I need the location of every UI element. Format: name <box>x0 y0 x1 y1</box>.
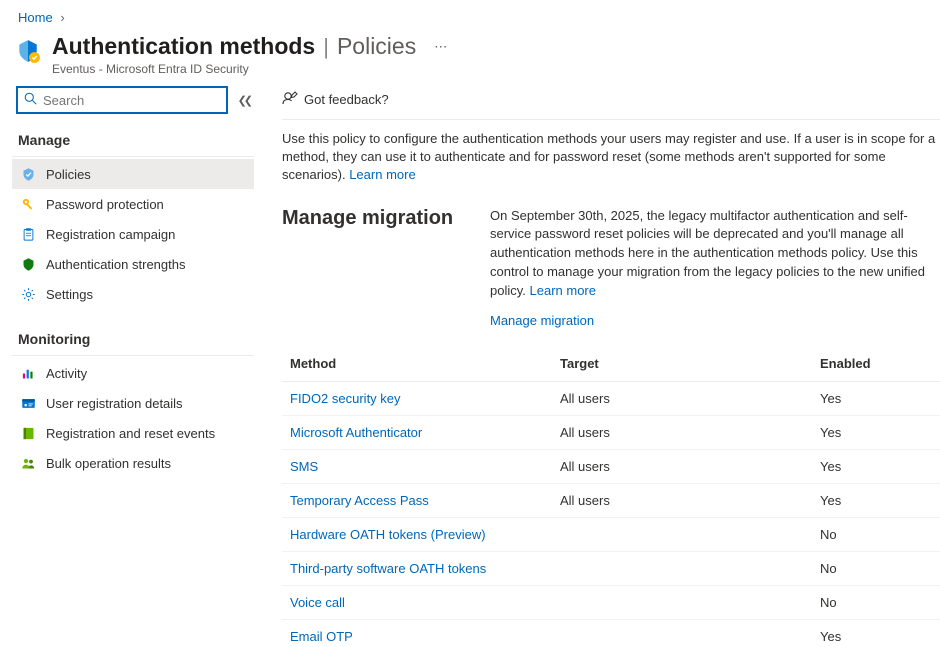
breadcrumb: Home › <box>0 0 940 29</box>
column-header-enabled[interactable]: Enabled <box>812 346 940 382</box>
people-icon <box>20 455 36 471</box>
sidebar-item-label: Activity <box>46 366 87 381</box>
toolbar: Got feedback? <box>282 86 940 120</box>
migration-heading: Manage migration <box>282 207 462 301</box>
method-link[interactable]: SMS <box>290 459 318 474</box>
main-content: Got feedback? Use this policy to configu… <box>258 86 940 643</box>
shield-check-icon <box>20 166 36 182</box>
title-divider: | <box>323 34 329 60</box>
manage-migration-link[interactable]: Manage migration <box>490 313 594 328</box>
sidebar-item-password-protection[interactable]: Password protection <box>12 189 254 219</box>
column-header-method[interactable]: Method <box>282 346 552 382</box>
method-target <box>552 619 812 643</box>
migration-learn-more-link[interactable]: Learn more <box>530 283 596 298</box>
sidebar-item-label: Password protection <box>46 197 164 212</box>
sidebar-item-user-registration-details[interactable]: User registration details <box>12 388 254 418</box>
sidebar-item-registration-and-reset-events[interactable]: Registration and reset events <box>12 418 254 448</box>
column-header-target[interactable]: Target <box>552 346 812 382</box>
key-icon <box>20 196 36 212</box>
nav-section-header: Manage <box>12 126 254 157</box>
search-box[interactable] <box>16 86 228 114</box>
bars-icon <box>20 365 36 381</box>
book-icon <box>20 425 36 441</box>
sidebar-item-label: Bulk operation results <box>46 456 171 471</box>
page-header: Authentication methods | Policies ⋯ Even… <box>0 29 940 86</box>
method-enabled: Yes <box>812 483 940 517</box>
methods-table: Method Target Enabled FIDO2 security key… <box>282 346 940 643</box>
method-target <box>552 551 812 585</box>
method-link[interactable]: FIDO2 security key <box>290 391 401 406</box>
method-enabled: Yes <box>812 381 940 415</box>
page-title: Authentication methods <box>52 33 315 60</box>
table-row[interactable]: FIDO2 security key All usersYes <box>282 381 940 415</box>
shield-icon <box>20 256 36 272</box>
method-enabled: Yes <box>812 449 940 483</box>
clipboard-icon <box>20 226 36 242</box>
method-target: All users <box>552 415 812 449</box>
chevron-right-icon: › <box>60 10 64 25</box>
sidebar-item-label: Policies <box>46 167 91 182</box>
method-target <box>552 585 812 619</box>
auth-methods-icon <box>14 37 42 65</box>
sidebar-item-bulk-operation-results[interactable]: Bulk operation results <box>12 448 254 478</box>
table-row[interactable]: SMS All usersYes <box>282 449 940 483</box>
table-row[interactable]: Microsoft Authenticator All usersYes <box>282 415 940 449</box>
feedback-label: Got feedback? <box>304 92 389 107</box>
sidebar-item-settings[interactable]: Settings <box>12 279 254 309</box>
more-actions-button[interactable]: ⋯ <box>434 39 447 55</box>
method-target: All users <box>552 449 812 483</box>
method-enabled: No <box>812 585 940 619</box>
method-target: All users <box>552 483 812 517</box>
table-row[interactable]: Third-party software OATH tokens No <box>282 551 940 585</box>
table-row[interactable]: Voice call No <box>282 585 940 619</box>
feedback-icon <box>282 90 298 109</box>
sidebar-item-authentication-strengths[interactable]: Authentication strengths <box>12 249 254 279</box>
method-link[interactable]: Temporary Access Pass <box>290 493 429 508</box>
method-enabled: Yes <box>812 415 940 449</box>
gear-icon <box>20 286 36 302</box>
table-row[interactable]: Email OTP Yes <box>282 619 940 643</box>
method-enabled: No <box>812 551 940 585</box>
sidebar-item-registration-campaign[interactable]: Registration campaign <box>12 219 254 249</box>
sidebar: ❮❮ Manage Policies Password protection Regi… <box>0 86 258 643</box>
intro-learn-more-link[interactable]: Learn more <box>349 167 415 182</box>
method-enabled: Yes <box>812 619 940 643</box>
sidebar-item-label: Registration campaign <box>46 227 175 242</box>
sidebar-item-label: Settings <box>46 287 93 302</box>
breadcrumb-home[interactable]: Home <box>18 10 53 25</box>
feedback-button[interactable]: Got feedback? <box>282 90 389 109</box>
table-row[interactable]: Temporary Access Pass All usersYes <box>282 483 940 517</box>
method-link[interactable]: Third-party software OATH tokens <box>290 561 486 576</box>
page-subtitle: Eventus - Microsoft Entra ID Security <box>52 62 922 76</box>
collapse-sidebar-button[interactable]: ❮❮ <box>238 94 250 107</box>
sidebar-item-policies[interactable]: Policies <box>12 159 254 189</box>
sidebar-item-label: User registration details <box>46 396 183 411</box>
table-row[interactable]: Hardware OATH tokens (Preview) No <box>282 517 940 551</box>
sidebar-item-label: Registration and reset events <box>46 426 215 441</box>
method-link[interactable]: Hardware OATH tokens (Preview) <box>290 527 486 542</box>
nav-section-header: Monitoring <box>12 325 254 356</box>
search-icon <box>24 92 37 108</box>
method-link[interactable]: Microsoft Authenticator <box>290 425 422 440</box>
id-card-icon <box>20 395 36 411</box>
search-input[interactable] <box>43 93 220 108</box>
method-link[interactable]: Email OTP <box>290 629 353 643</box>
migration-section: Manage migration On September 30th, 2025… <box>282 207 940 301</box>
migration-body: On September 30th, 2025, the legacy mult… <box>490 207 940 301</box>
method-target <box>552 517 812 551</box>
sidebar-item-activity[interactable]: Activity <box>12 358 254 388</box>
method-enabled: No <box>812 517 940 551</box>
sidebar-item-label: Authentication strengths <box>46 257 185 272</box>
method-target: All users <box>552 381 812 415</box>
intro-text: Use this policy to configure the authent… <box>282 130 940 185</box>
method-link[interactable]: Voice call <box>290 595 345 610</box>
page-subsection: Policies <box>337 33 416 60</box>
